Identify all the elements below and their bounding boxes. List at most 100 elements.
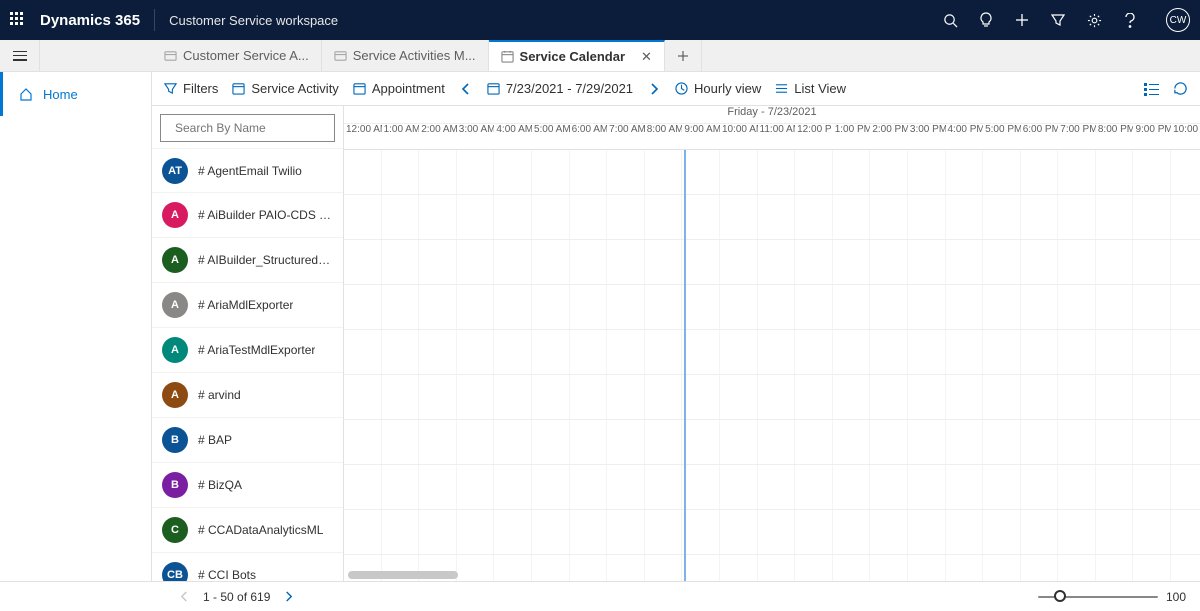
pager-next-button[interactable] <box>280 591 297 602</box>
hour-label: 4:00 AM <box>494 124 532 149</box>
zoom-slider[interactable]: 100 <box>1038 590 1186 604</box>
show-legend-button[interactable] <box>1144 82 1159 96</box>
resource-name: # AIBuilder_StructuredML_PrePr <box>198 253 333 267</box>
entity-icon <box>164 49 177 62</box>
search-icon[interactable] <box>942 12 958 28</box>
resource-row[interactable]: AT# AgentEmail Twilio <box>152 148 343 193</box>
brand-title: Dynamics 365 <box>40 12 140 29</box>
pager-prev-button[interactable] <box>176 591 193 602</box>
tab-label: Service Calendar <box>520 49 626 64</box>
tab-service-activities[interactable]: Service Activities M... <box>322 40 489 71</box>
divider <box>154 9 155 31</box>
pager-text: 1 - 50 of 619 <box>203 590 270 604</box>
refresh-button[interactable] <box>1173 81 1188 96</box>
timeline-row[interactable] <box>344 420 1200 465</box>
resource-name: # AiBuilder PAIO-CDS Tip NonP <box>198 208 333 222</box>
tab-label: Customer Service A... <box>183 48 309 63</box>
resource-row[interactable]: A # AriaMdlExporter <box>152 283 343 328</box>
lightbulb-icon[interactable] <box>978 12 994 28</box>
help-icon[interactable] <box>1122 12 1138 28</box>
hour-label: 2:00 PM <box>870 124 908 149</box>
resource-row[interactable]: B# BAP <box>152 418 343 463</box>
zoom-value: 100 <box>1166 590 1186 604</box>
calendar-icon <box>501 50 514 63</box>
avatar: A <box>162 247 188 273</box>
workspace-name: Customer Service workspace <box>169 13 338 28</box>
calendar-icon <box>232 82 245 95</box>
tab-customer-service[interactable]: Customer Service A... <box>152 40 322 71</box>
avatar: B <box>162 472 188 498</box>
timeline-row[interactable] <box>344 555 1200 581</box>
user-avatar[interactable]: CW <box>1166 8 1190 32</box>
refresh-icon <box>1173 81 1188 96</box>
entity-icon <box>334 49 347 62</box>
add-icon[interactable] <box>1014 12 1030 28</box>
filters-button[interactable]: Filters <box>164 81 218 96</box>
resource-name: # BAP <box>198 433 232 447</box>
resource-row[interactable]: C # CCADataAnalyticsML <box>152 508 343 553</box>
hour-label: 1:00 AM <box>382 124 420 149</box>
resource-row[interactable]: A # arvind <box>152 373 343 418</box>
legend-icon <box>1144 82 1159 96</box>
resource-name: # BizQA <box>198 478 242 492</box>
date-next-button[interactable] <box>647 83 661 95</box>
close-tab-icon[interactable]: ✕ <box>641 49 652 65</box>
filter-icon[interactable] <box>1050 12 1066 28</box>
resource-row[interactable]: A # AiBuilder PAIO-CDS Tip NonP <box>152 193 343 238</box>
calendar-icon <box>353 82 366 95</box>
hour-label: 4:00 PM <box>946 124 984 149</box>
day-header: Friday - 7/23/2021 <box>344 106 1200 124</box>
hour-label: 6:00 PM <box>1021 124 1059 149</box>
hour-label: 3:00 AM <box>457 124 495 149</box>
appointment-button[interactable]: Appointment <box>353 81 445 96</box>
timeline-row[interactable] <box>344 240 1200 285</box>
home-icon <box>19 87 33 101</box>
timeline-row[interactable] <box>344 285 1200 330</box>
nav-home-label: Home <box>43 87 78 102</box>
slider-thumb[interactable] <box>1054 590 1066 602</box>
timeline-row[interactable] <box>344 510 1200 555</box>
clock-icon <box>675 82 688 95</box>
resource-name: # AgentEmail Twilio <box>198 164 302 178</box>
avatar: A <box>162 292 188 318</box>
date-prev-button[interactable] <box>459 83 473 95</box>
hour-label: 10:00 AM <box>720 124 758 149</box>
resource-row[interactable]: A # AIBuilder_StructuredML_PrePr <box>152 238 343 283</box>
avatar: C <box>162 517 188 543</box>
hour-label: 2:00 AM <box>419 124 457 149</box>
user-avatar-initials: CW <box>1170 15 1187 26</box>
date-range-selector[interactable]: 7/23/2021 - 7/29/2021 <box>487 81 633 96</box>
hour-label: 10:00 <box>1171 124 1200 149</box>
timeline-row[interactable] <box>344 150 1200 195</box>
avatar: CB <box>162 562 188 581</box>
timeline-row[interactable] <box>344 375 1200 420</box>
new-tab-button[interactable] <box>665 40 702 71</box>
hourly-view-button[interactable]: Hourly view <box>675 81 761 96</box>
service-activity-button[interactable]: Service Activity <box>232 81 338 96</box>
hour-header: 12:00 AM1:00 AM2:00 AM3:00 AM4:00 AM5:00… <box>344 124 1200 150</box>
timeline-row[interactable] <box>344 465 1200 510</box>
resource-name: # CCADataAnalyticsML <box>198 523 323 537</box>
avatar: A <box>162 202 188 228</box>
timeline-row[interactable] <box>344 330 1200 375</box>
list-view-button[interactable]: List View <box>775 81 846 96</box>
tab-service-calendar[interactable]: Service Calendar ✕ <box>489 40 665 71</box>
resource-row[interactable]: A# AriaTestMdlExporter <box>152 328 343 373</box>
hour-label: 5:00 AM <box>532 124 570 149</box>
nav-home[interactable]: Home <box>0 72 151 116</box>
resource-row[interactable]: B # BizQA <box>152 463 343 508</box>
resource-name: # arvind <box>198 388 241 402</box>
app-launcher-icon[interactable] <box>10 12 26 28</box>
avatar: A <box>162 382 188 408</box>
sitemap-toggle[interactable] <box>0 40 40 71</box>
hour-label: 11:00 AM <box>758 124 796 149</box>
settings-gear-icon[interactable] <box>1086 12 1102 28</box>
tab-label: Service Activities M... <box>353 48 476 63</box>
resource-search-input[interactable] <box>160 114 335 142</box>
hour-label: 8:00 AM <box>645 124 683 149</box>
resource-search-field[interactable] <box>175 121 330 135</box>
resource-name: # AriaMdlExporter <box>198 298 293 312</box>
timeline-row[interactable] <box>344 195 1200 240</box>
resource-row[interactable]: CB# CCI Bots <box>152 553 343 581</box>
horizontal-scroll-thumb[interactable] <box>348 571 458 579</box>
